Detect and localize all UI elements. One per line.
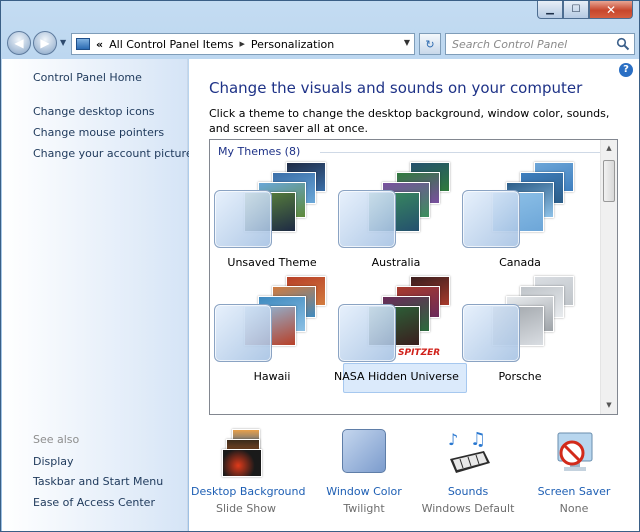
main-content: ? Change the visuals and sounds on your … xyxy=(189,59,639,531)
close-icon: ✕ xyxy=(605,2,617,17)
address-overflow-chevron[interactable]: « xyxy=(96,38,103,51)
desktop-background-label[interactable]: Desktop Background xyxy=(191,485,306,498)
refresh-icon: ↻ xyxy=(425,37,435,51)
personalization-window: ▁ ☐ ✕ ◀ ▶ ▼ « All Control Panel Items ▶ … xyxy=(0,0,640,532)
screen-saver-value: None xyxy=(559,502,589,515)
caption-buttons: ▁ ☐ ✕ xyxy=(537,1,633,19)
theme-porsche[interactable]: Porsche xyxy=(458,276,582,388)
desktop-background-setting[interactable]: Desktop Background Slide Show xyxy=(191,429,306,515)
theme-window-color-swatch xyxy=(338,304,396,362)
desktop-background-value: Slide Show xyxy=(215,502,277,515)
taskbar-start-menu-link[interactable]: Taskbar and Start Menu xyxy=(33,475,163,488)
window-color-setting[interactable]: Window Color Twilight xyxy=(309,429,419,515)
theme-window-color-swatch xyxy=(462,190,520,248)
theme-name-label: Hawaii xyxy=(253,370,291,383)
back-arrow-icon: ◀ xyxy=(14,36,24,50)
breadcrumb-separator-icon[interactable]: ▶ xyxy=(239,40,244,48)
navigation-toolbar: ◀ ▶ ▼ « All Control Panel Items ▶ Person… xyxy=(7,29,635,57)
display-link[interactable]: Display xyxy=(33,455,74,468)
theme-window-color-swatch xyxy=(462,304,520,362)
theme-name-label: NASA Hidden Universe xyxy=(334,370,459,383)
maximize-button[interactable]: ☐ xyxy=(563,1,589,19)
change-mouse-pointers-link[interactable]: Change mouse pointers xyxy=(33,126,164,139)
minimize-icon: ▁ xyxy=(546,4,554,15)
window-color-icon xyxy=(340,429,388,477)
sounds-icon: ♪ ♫ xyxy=(444,429,492,477)
theme-name-label: Unsaved Theme xyxy=(227,256,317,269)
theme-gallery[interactable]: My Themes (8) Unsaved Theme Australia Cana… xyxy=(209,139,618,415)
svg-text:♪: ♪ xyxy=(448,430,458,449)
group-divider xyxy=(320,152,600,153)
svg-text:♫: ♫ xyxy=(470,429,486,450)
sidebar: Control Panel Home Change desktop icons … xyxy=(2,59,193,531)
forward-button[interactable]: ▶ xyxy=(33,31,57,55)
sounds-label[interactable]: Sounds xyxy=(413,485,523,498)
recent-pages-dropdown[interactable]: ▼ xyxy=(60,38,66,47)
search-input[interactable]: Search Control Panel xyxy=(445,33,635,55)
see-also-heading: See also xyxy=(33,433,80,446)
theme-window-color-swatch xyxy=(338,190,396,248)
theme-window-color-swatch xyxy=(214,304,272,362)
gallery-scrollbar[interactable]: ▲ ▼ xyxy=(600,140,617,414)
page-title: Change the visuals and sounds on your co… xyxy=(209,79,583,97)
close-button[interactable]: ✕ xyxy=(589,1,633,19)
desktop-background-icon xyxy=(222,429,270,477)
theme-badge: SPITZER xyxy=(398,348,441,358)
theme-name-label: Australia xyxy=(371,256,421,269)
screen-saver-label[interactable]: Screen Saver xyxy=(519,485,629,498)
scroll-thumb[interactable] xyxy=(603,160,615,202)
address-bar[interactable]: « All Control Panel Items ▶ Personalizat… xyxy=(71,33,415,55)
screen-saver-icon xyxy=(550,429,598,477)
control-panel-icon xyxy=(76,38,90,50)
control-panel-home-link[interactable]: Control Panel Home xyxy=(33,71,142,84)
theme-name-label: Porsche xyxy=(498,370,542,383)
search-icon[interactable] xyxy=(616,37,630,51)
minimize-button[interactable]: ▁ xyxy=(537,1,563,19)
theme-unsaved-theme[interactable]: Unsaved Theme xyxy=(210,162,334,274)
theme-canada[interactable]: Canada xyxy=(458,162,582,274)
window-color-label[interactable]: Window Color xyxy=(309,485,419,498)
address-dropdown-icon[interactable]: ▼ xyxy=(404,38,410,47)
theme-hawaii[interactable]: Hawaii xyxy=(210,276,334,388)
refresh-button[interactable]: ↻ xyxy=(419,33,441,55)
window-color-value: Twilight xyxy=(343,502,385,515)
my-themes-heading[interactable]: My Themes (8) xyxy=(218,145,300,158)
scroll-down-arrow-icon[interactable]: ▼ xyxy=(601,397,617,414)
theme-window-color-swatch xyxy=(214,190,272,248)
help-icon[interactable]: ? xyxy=(619,63,633,77)
sounds-value: Windows Default xyxy=(421,502,515,515)
page-subtitle: Click a theme to change the desktop back… xyxy=(209,107,610,135)
change-desktop-icons-link[interactable]: Change desktop icons xyxy=(33,105,155,118)
back-button[interactable]: ◀ xyxy=(7,31,31,55)
theme-settings-bar: Desktop Background Slide Show Window Col… xyxy=(189,415,639,531)
breadcrumb-all-control-panel-items[interactable]: All Control Panel Items xyxy=(109,38,233,51)
breadcrumb-personalization[interactable]: Personalization xyxy=(251,38,334,51)
theme-australia[interactable]: Australia xyxy=(334,162,458,274)
forward-arrow-icon: ▶ xyxy=(40,36,50,50)
theme-nasa-hidden-universe[interactable]: SPITZER NASA Hidden Universe xyxy=(334,276,459,388)
theme-name-label: Canada xyxy=(499,256,541,269)
search-placeholder: Search Control Panel xyxy=(452,37,568,51)
change-account-picture-link[interactable]: Change your account picture xyxy=(33,147,193,160)
sounds-setting[interactable]: ♪ ♫ Sounds Windows Default xyxy=(413,429,523,515)
scroll-up-arrow-icon[interactable]: ▲ xyxy=(601,140,617,157)
screen-saver-setting[interactable]: Screen Saver None xyxy=(519,429,629,515)
ease-of-access-center-link[interactable]: Ease of Access Center xyxy=(33,496,155,509)
maximize-icon: ☐ xyxy=(571,4,581,15)
